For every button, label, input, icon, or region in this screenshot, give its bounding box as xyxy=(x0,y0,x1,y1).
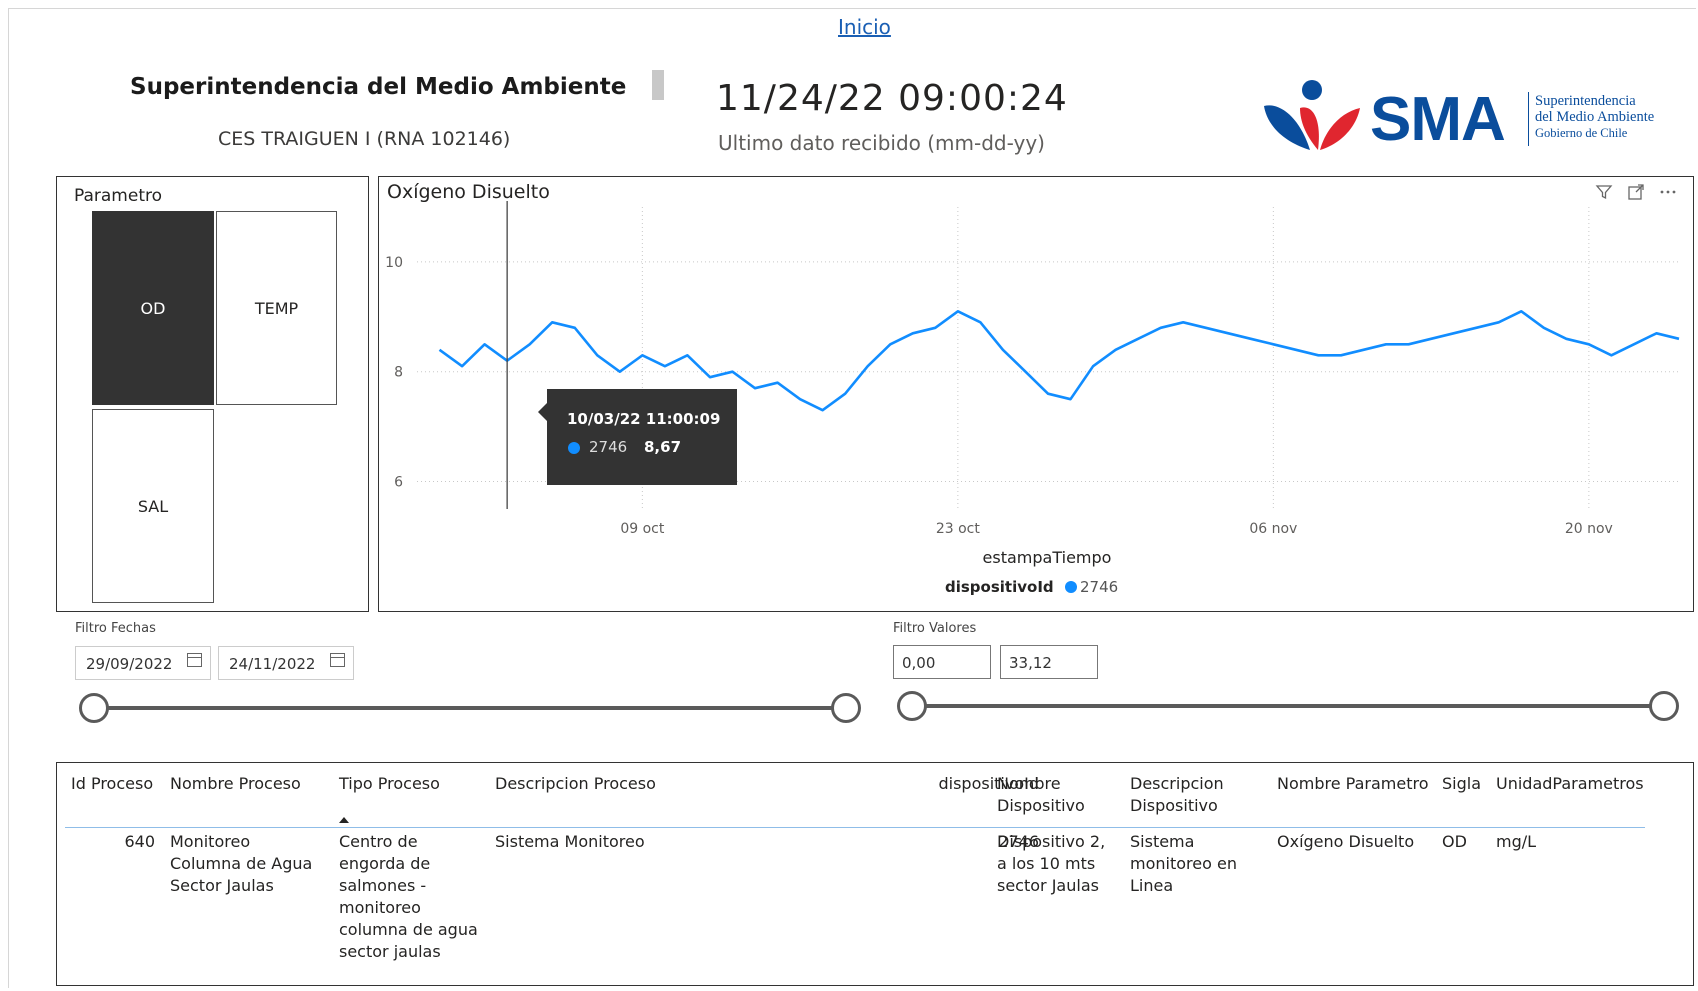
y-tick-label-1: 8 xyxy=(394,365,403,381)
col-header-nombre-dispositivo[interactable]: Nombre Dispositivo xyxy=(997,773,1085,817)
cell-nombre-parametro: Oxígeno Disuelto xyxy=(1277,832,1415,851)
cell-nombre-proceso: Monitoreo Columna de Agua Sector Jaulas xyxy=(170,832,313,895)
x-tick-label-3: 20 nov xyxy=(1565,521,1613,537)
sma-logo: SMA Superintendencia del Medio Ambiente … xyxy=(1260,78,1680,156)
calendar-icon[interactable] xyxy=(187,653,202,667)
header-divider xyxy=(65,827,1645,828)
site-name: CES TRAIGUEN I (RNA 102146) xyxy=(218,128,511,150)
value-range-end-handle[interactable] xyxy=(1649,691,1679,721)
legend-marker xyxy=(1065,581,1077,593)
cell-descripcion-proceso: Sistema Monitoreo xyxy=(495,832,645,851)
slicer-option-od[interactable]: OD xyxy=(92,211,214,405)
cell-id-proceso: 640 xyxy=(124,832,155,851)
date-start-input[interactable]: 29/09/2022 xyxy=(75,646,211,680)
chart-visual: Oxígeno Disuelto 6 8 10 09 oct 23 oct 06 nov… xyxy=(378,176,1694,612)
col-header-nombre-parametro[interactable]: Nombre Parametro xyxy=(1277,773,1429,795)
col-header-id-proceso[interactable]: Id Proceso xyxy=(71,773,153,795)
value-filter-label: Filtro Valores xyxy=(893,621,977,636)
date-end-input[interactable]: 24/11/2022 xyxy=(218,646,354,680)
date-range-start-handle[interactable] xyxy=(79,693,109,723)
value-min-input[interactable]: 0,00 xyxy=(893,645,991,679)
sort-ascending-icon[interactable] xyxy=(339,817,349,823)
tooltip-series-dot xyxy=(568,442,580,454)
date-range-track[interactable] xyxy=(94,706,846,710)
cell-nombre-dispositivo: Dispositivo 2, a los 10 mts sector Jaulas xyxy=(997,832,1106,895)
last-data-label: Ultimo dato recibido (mm-dd-yy) xyxy=(718,131,1045,155)
cell-descripcion-dispositivo: Sistema monitoreo en Linea xyxy=(1130,832,1237,895)
value-max-input[interactable]: 33,12 xyxy=(1000,645,1098,679)
sma-emblem-icon xyxy=(1264,80,1360,150)
col-header-unidad[interactable]: UnidadParametros xyxy=(1496,773,1644,795)
date-filter-label: Filtro Fechas xyxy=(75,621,156,636)
slicer-option-temp[interactable]: TEMP xyxy=(216,211,337,405)
x-axis-title: estampaTiempo xyxy=(983,548,1112,567)
value-range-start-handle[interactable] xyxy=(897,691,927,721)
cell-unidad: mg/L xyxy=(1496,832,1537,851)
col-header-sigla[interactable]: Sigla xyxy=(1442,773,1481,795)
legend-title: dispositivoId xyxy=(945,578,1054,596)
org-title: Superintendencia del Medio Ambiente xyxy=(130,74,627,100)
x-tick-label-0: 09 oct xyxy=(620,521,665,537)
tooltip-device: 2746 xyxy=(589,438,628,456)
col-header-descripcion-dispositivo[interactable]: Descripcion Dispositivo xyxy=(1130,773,1224,817)
cell-sigla: OD xyxy=(1442,832,1467,851)
slicer-title: Parametro xyxy=(74,186,163,206)
scrollbar-thumb[interactable] xyxy=(652,70,664,100)
parameter-slicer: Parametro OD TEMP SAL xyxy=(56,176,369,612)
col-header-descripcion-proceso[interactable]: Descripcion Proceso xyxy=(495,773,656,795)
tooltip-datetime: 10/03/22 11:00:09 xyxy=(567,410,721,428)
home-link[interactable]: Inicio xyxy=(838,15,891,39)
y-tick-label-0: 6 xyxy=(394,475,403,491)
cell-tipo-proceso: Centro de engorda de salmones - monitoreo c… xyxy=(339,832,478,961)
logo-acronym: SMA xyxy=(1370,85,1506,154)
legend-entry-2746: 2746 xyxy=(1080,578,1118,596)
value-range-track[interactable] xyxy=(912,704,1664,708)
process-table: Id Proceso Nombre Proceso Tipo Proceso D… xyxy=(56,762,1694,986)
x-tick-label-2: 06 nov xyxy=(1249,521,1297,537)
y-tick-label-2: 10 xyxy=(385,255,403,271)
col-header-nombre-proceso[interactable]: Nombre Proceso xyxy=(170,773,301,795)
x-tick-label-1: 23 oct xyxy=(936,521,981,537)
chart-tooltip: 10/03/22 11:00:09 2746 8,67 xyxy=(538,389,737,485)
slicer-option-sal[interactable]: SAL xyxy=(92,409,214,603)
col-header-tipo-proceso[interactable]: Tipo Proceso xyxy=(339,773,440,795)
last-data-timestamp: 11/24/22 09:00:24 xyxy=(716,78,1068,119)
logo-text: Superintendencia del Medio Ambiente Gobi… xyxy=(1535,93,1655,140)
tooltip-value: 8,67 xyxy=(644,438,682,456)
calendar-icon[interactable] xyxy=(330,653,345,667)
date-range-end-handle[interactable] xyxy=(831,693,861,723)
